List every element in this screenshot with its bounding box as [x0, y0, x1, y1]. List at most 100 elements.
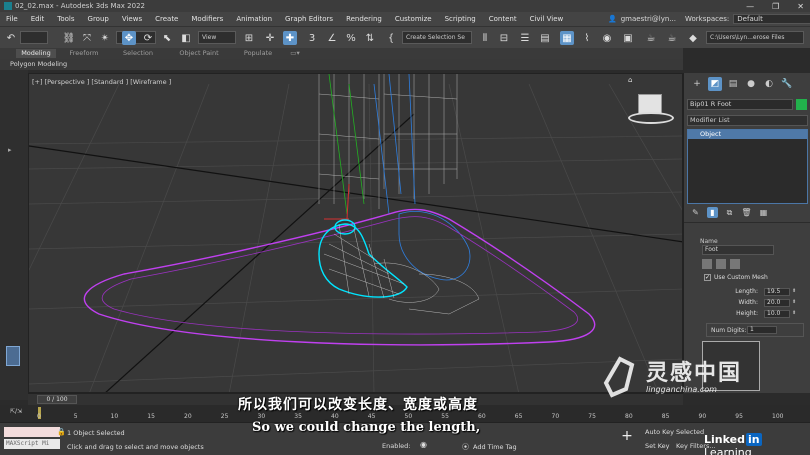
menu-item-edit[interactable]: Edit: [31, 15, 45, 23]
menu-item-customize[interactable]: Customize: [395, 15, 432, 23]
make-unique-icon[interactable]: ⧉: [724, 207, 735, 218]
material-editor-icon[interactable]: ◉: [600, 31, 614, 45]
select-manipulate-icon[interactable]: ✛: [263, 31, 277, 45]
render-shortcut-icon[interactable]: ◆: [686, 31, 700, 45]
layer-explorer-icon[interactable]: ▤: [538, 31, 552, 45]
render-frame-icon[interactable]: ☕: [644, 31, 658, 45]
render-setup-icon[interactable]: ▣: [621, 31, 635, 45]
menu-item-modifiers[interactable]: Modifiers: [191, 15, 223, 23]
align-icon[interactable]: ⊟: [497, 31, 511, 45]
workspaces-dropdown[interactable]: Default: [733, 14, 810, 24]
select-and-scale-icon[interactable]: ◧: [179, 31, 193, 45]
width-spinner[interactable]: 20.0: [764, 299, 790, 307]
use-custom-mesh-option[interactable]: ✓ Use Custom Mesh: [704, 274, 768, 281]
pin-stack-icon[interactable]: ✎: [690, 207, 701, 218]
perspective-viewport[interactable]: [+] [Perspective ] [Standard ] [Wirefram…: [28, 73, 683, 393]
height-spinner[interactable]: 10.0: [764, 310, 790, 318]
trackbar-toggle-icon[interactable]: ⇱/⇲: [10, 408, 22, 415]
stack-item-object[interactable]: Object: [688, 130, 807, 139]
menu-item-rendering[interactable]: Rendering: [346, 15, 382, 23]
menu-item-graph-editors[interactable]: Graph Editors: [285, 15, 333, 23]
restore-button[interactable]: ❐: [772, 2, 779, 11]
percent-snap-icon[interactable]: %: [344, 31, 358, 45]
home-icon[interactable]: ⌂: [628, 76, 632, 84]
set-key-plus-icon[interactable]: +: [618, 427, 636, 445]
close-button[interactable]: ✕: [797, 2, 804, 11]
name-field[interactable]: Foot: [702, 245, 774, 255]
length-spinner-arrows-icon[interactable]: ⬍: [792, 288, 796, 294]
hierarchy-tab-icon[interactable]: ▤: [726, 77, 740, 91]
mesh-icon-c[interactable]: [730, 259, 740, 269]
object-color-swatch[interactable]: [796, 99, 807, 110]
menu-item-create[interactable]: Create: [155, 15, 178, 23]
menu-item-content[interactable]: Content: [489, 15, 517, 23]
menu-item-group[interactable]: Group: [88, 15, 109, 23]
undo-icon[interactable]: ↶: [4, 31, 18, 45]
menu-item-views[interactable]: Views: [122, 15, 142, 23]
menu-item-file[interactable]: File: [6, 15, 18, 23]
use-custom-mesh-checkbox[interactable]: ✓: [704, 274, 711, 281]
show-end-result-icon[interactable]: ▮: [707, 207, 718, 218]
user-account[interactable]: 👤 gmaestri@lyn...: [608, 12, 676, 26]
add-time-tag-label[interactable]: Add Time Tag: [473, 443, 517, 451]
configure-modifier-sets-icon[interactable]: ▦: [758, 207, 769, 218]
mesh-icon-b[interactable]: [716, 259, 726, 269]
utilities-tab-icon[interactable]: 🔧: [780, 77, 794, 91]
maxscript-listener-output[interactable]: [4, 427, 60, 437]
tab-populate[interactable]: Populate: [238, 49, 278, 58]
spinner-snap-icon[interactable]: ⇅: [363, 31, 377, 45]
menu-item-civil-view[interactable]: Civil View: [530, 15, 564, 23]
maxscript-mini-listener[interactable]: MAXScript Mi: [4, 439, 60, 449]
bind-space-warp-icon[interactable]: ✴: [98, 31, 112, 45]
mirror-icon[interactable]: ⫴: [478, 31, 492, 45]
keyboard-shortcut-toggle-icon[interactable]: ✚: [283, 31, 297, 45]
angle-snap-icon[interactable]: ∠: [325, 31, 339, 45]
selection-filter-dropdown[interactable]: [20, 31, 48, 44]
menu-item-animation[interactable]: Animation: [236, 15, 272, 23]
width-spinner-arrows-icon[interactable]: ⬍: [792, 299, 796, 305]
menu-item-tools[interactable]: Tools: [57, 15, 74, 23]
edit-named-selection-icon[interactable]: {: [384, 31, 398, 45]
modifier-list-dropdown[interactable]: Modifier List: [687, 115, 808, 126]
display-tab-icon[interactable]: ◐: [762, 77, 776, 91]
length-spinner[interactable]: 19.5: [764, 288, 790, 296]
auto-key-button[interactable]: Auto Key: [645, 428, 674, 436]
select-and-rotate-icon[interactable]: ⟳: [141, 31, 155, 45]
link-icon[interactable]: ⛓: [62, 31, 76, 45]
modify-tab-icon[interactable]: ◩: [708, 77, 722, 91]
minimize-button[interactable]: —: [746, 2, 754, 11]
project-path[interactable]: C:\Users\Lyn...erose Files: [706, 31, 804, 44]
adaptive-degradation-toggle-icon[interactable]: ◉: [420, 440, 427, 449]
tab-selection[interactable]: Selection: [118, 49, 158, 58]
viewport-layout-thumbnail[interactable]: [6, 346, 20, 366]
tab-freeform[interactable]: Freeform: [64, 49, 104, 58]
reference-coordinate-dropdown[interactable]: View: [198, 31, 236, 44]
curve-editor-icon[interactable]: ⌇: [580, 31, 594, 45]
expand-layout-icon[interactable]: ▸: [8, 146, 12, 154]
menu-item-scripting[interactable]: Scripting: [445, 15, 476, 23]
set-key-button[interactable]: Set Key: [645, 442, 670, 450]
mesh-icon-a[interactable]: [702, 259, 712, 269]
time-tag-icon[interactable]: ⦿: [462, 442, 469, 452]
tab-object-paint[interactable]: Object Paint: [174, 49, 224, 58]
snaps-toggle-icon[interactable]: 3: [305, 31, 319, 45]
tab-modeling[interactable]: Modeling: [16, 49, 56, 58]
polygon-modeling-label[interactable]: Polygon Modeling: [10, 60, 67, 68]
viewport-label[interactable]: [+] [Perspective ] [Standard ] [Wirefram…: [32, 78, 171, 86]
render-production-icon[interactable]: ☕: [665, 31, 679, 45]
num-digits-spinner[interactable]: 1: [747, 326, 777, 334]
ribbon-options-icon[interactable]: ▭▾: [288, 49, 302, 58]
select-and-move-icon[interactable]: ✥: [122, 31, 136, 45]
unlink-icon[interactable]: ⤧: [80, 31, 94, 45]
height-spinner-arrows-icon[interactable]: ⬍: [792, 310, 796, 316]
motion-tab-icon[interactable]: ●: [744, 77, 758, 91]
time-slider-thumb[interactable]: 0 / 100: [37, 395, 77, 404]
key-mode-selected[interactable]: Selected: [676, 428, 704, 436]
ribbon-toggle-icon[interactable]: ▦: [560, 31, 574, 45]
object-name-field[interactable]: Bip01 R Foot: [687, 99, 793, 110]
scene-explorer-icon[interactable]: ☰: [518, 31, 532, 45]
create-tab-icon[interactable]: +: [690, 77, 704, 91]
select-object-icon[interactable]: ⬉: [160, 31, 174, 45]
remove-modifier-icon[interactable]: 🗑: [741, 207, 752, 218]
lock-selection-icon[interactable]: 🔒: [57, 428, 66, 436]
